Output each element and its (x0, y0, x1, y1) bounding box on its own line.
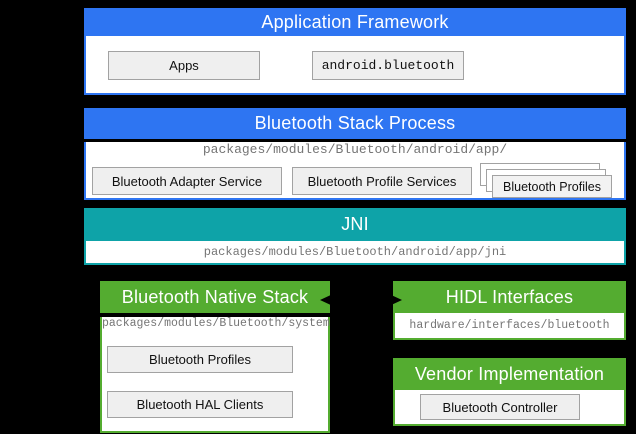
application-framework-content: Apps android.bluetooth (84, 36, 626, 95)
stack-process-path-label: packages/modules/Bluetooth/android/app/ (86, 142, 624, 157)
apps-box: Apps (108, 51, 260, 80)
native-stack-path-label: packages/modules/Bluetooth/system (102, 317, 328, 330)
hidl-interfaces-header: HIDL Interfaces (393, 281, 626, 313)
jni-path-label: packages/modules/Bluetooth/android/app/j… (204, 245, 506, 259)
section-bluetooth-stack-process: Bluetooth Stack Process packages/modules… (84, 108, 626, 200)
bluetooth-profile-services-box: Bluetooth Profile Services (292, 167, 472, 195)
section-application-framework: Application Framework Apps android.bluet… (84, 8, 626, 95)
bluetooth-profiles-box: Bluetooth Profiles (492, 175, 612, 198)
bluetooth-adapter-service-box: Bluetooth Adapter Service (92, 167, 282, 195)
bluetooth-profiles-stack: Bluetooth Profiles (492, 175, 612, 198)
jni-header: JNI (84, 208, 626, 241)
vendor-implementation-header: Vendor Implementation (393, 358, 626, 390)
native-bluetooth-profiles-box: Bluetooth Profiles (107, 346, 293, 373)
native-hidl-double-arrow-icon (318, 291, 404, 309)
bluetooth-controller-box: Bluetooth Controller (420, 394, 580, 420)
android-bluetooth-box: android.bluetooth (312, 51, 464, 80)
bluetooth-native-stack-content: packages/modules/Bluetooth/system Blueto… (100, 317, 330, 433)
bluetooth-stack-process-header: Bluetooth Stack Process (84, 108, 626, 139)
jni-content: packages/modules/Bluetooth/android/app/j… (84, 241, 626, 265)
bluetooth-hal-clients-box: Bluetooth HAL Clients (107, 391, 293, 418)
section-hidl-interfaces: HIDL Interfaces hardware/interfaces/blue… (393, 281, 626, 340)
section-jni: JNI packages/modules/Bluetooth/android/a… (84, 208, 626, 265)
section-vendor-implementation: Vendor Implementation Bluetooth Controll… (393, 358, 626, 426)
section-bluetooth-native-stack: Bluetooth Native Stack packages/modules/… (100, 281, 330, 433)
bluetooth-native-stack-header: Bluetooth Native Stack (100, 281, 330, 313)
hidl-interfaces-content: hardware/interfaces/bluetooth (393, 313, 626, 340)
hidl-path-label: hardware/interfaces/bluetooth (409, 319, 609, 332)
application-framework-header: Application Framework (84, 8, 626, 36)
vendor-implementation-content: Bluetooth Controller (393, 390, 626, 426)
bluetooth-stack-process-content: packages/modules/Bluetooth/android/app/ … (84, 142, 626, 200)
